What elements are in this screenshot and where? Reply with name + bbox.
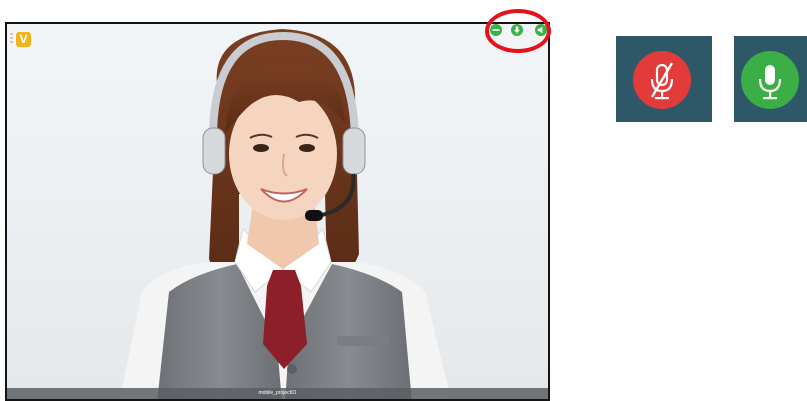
controls-highlight-ring xyxy=(485,9,551,53)
video-window: V mobile_project01 xyxy=(5,22,550,401)
microphone-muted-icon xyxy=(650,62,674,100)
mic-live-disc xyxy=(741,51,799,109)
screen: V mobile_project01 xyxy=(0,0,807,401)
mic-live-tile xyxy=(734,36,807,122)
app-badge: V xyxy=(16,32,31,47)
mic-muted-disc xyxy=(633,51,691,109)
microphone-icon xyxy=(758,65,782,100)
video-feed xyxy=(119,29,452,399)
app-menu-dots[interactable] xyxy=(10,33,13,45)
mic-muted-tile xyxy=(616,36,712,122)
participant-caption: mobile_project01 xyxy=(7,388,548,399)
